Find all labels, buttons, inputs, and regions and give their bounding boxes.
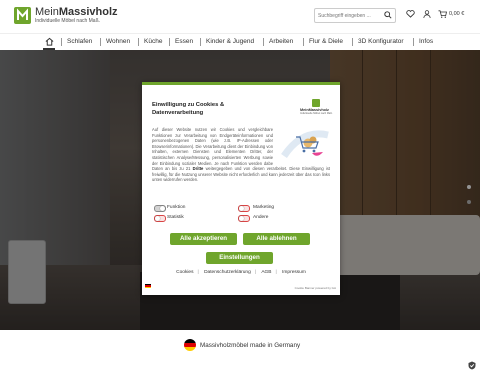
reject-all-button[interactable]: Alle ablehnen [243,233,310,245]
nav-divider [169,38,170,46]
toggle-label-andere: Andere [253,215,269,220]
nav-divider [352,38,353,46]
cookie-cart-illustration-icon [276,129,330,159]
germany-flag-icon [184,339,196,351]
heart-icon[interactable] [406,10,415,18]
consent-footer-links: Cookies | Datenschutzerklärung | AGB | Impr… [176,270,306,275]
cart-total[interactable]: 0,00 € [449,11,464,17]
user-icon[interactable] [423,10,431,18]
search-icon[interactable] [384,11,392,19]
nav-item-wohnen[interactable]: Wohnen [106,38,130,45]
consent-text: Auf dieser Website nutzen wir Cookies un… [152,127,330,183]
logo-brand-name[interactable]: MeinMassivholz [35,6,118,18]
nav-divider [303,38,304,46]
toggle-label-statistik: Statistik [167,215,184,220]
nav-divider [263,38,264,46]
powered-by-text: Cookie Banner powered by GA [294,286,336,290]
nav-divider [413,38,414,46]
search-input[interactable] [318,10,378,21]
accept-all-button[interactable]: Alle akzeptieren [170,233,237,245]
toggle-marketing[interactable] [238,205,250,212]
settings-button[interactable]: Einstellungen [206,252,273,264]
cart-icon[interactable] [438,10,447,18]
toggle-label-marketing: Marketing [253,205,275,210]
nav-item-arbeiten[interactable]: Arbeiten [269,38,293,45]
nav-item-kinder-jugend[interactable]: Kinder & Jugend [206,38,254,45]
privacy-shield-icon[interactable] [468,361,476,370]
nav-divider [200,38,201,46]
search-box[interactable] [314,8,396,23]
nav-item-infos[interactable]: Infos [419,38,433,45]
consent-logo-tagline: Individuelle Möbel nach Maß. [300,112,333,115]
toggle-label-funktion: Funktion [167,205,186,210]
link-cookies[interactable]: Cookies [176,270,193,275]
consent-title: Einwilligung zu Cookies & Datenverarbeit… [152,102,225,116]
usp-bar [0,330,480,374]
third-parties-link[interactable]: Dritte [193,166,204,171]
logo-mark-icon[interactable] [14,7,31,24]
nav-item-flur-diele[interactable]: Flur & Diele [309,38,343,45]
nav-item-schlafen[interactable]: Schlafen [67,38,92,45]
link-agb[interactable]: AGB [261,270,271,275]
nav-divider [100,38,101,46]
consent-logo: MeinMassivholz Individuelle Möbel nach M… [300,99,333,115]
nav-item-kueche[interactable]: Küche [144,38,162,45]
logo-tagline: Individuelle Möbel nach Maß. [35,18,101,24]
nav-divider [138,38,139,46]
main-navigation: Schlafen Wohnen Küche Essen Kinder & Jug… [0,33,480,51]
nav-divider [61,38,62,46]
home-icon[interactable] [45,37,54,46]
toggle-statistik[interactable] [154,215,166,222]
nav-item-essen[interactable]: Essen [175,38,193,45]
nav-item-3d-konfigurator[interactable]: 3D Konfigurator [358,38,404,45]
made-in-germany-text: Massivholzmöbel made in Germany [200,342,301,349]
cookie-consent-dialog: Einwilligung zu Cookies & Datenverarbeit… [142,82,340,295]
consent-text-intro: Auf dieser Website nutzen wir Cookies un… [152,127,273,172]
toggle-andere[interactable] [238,215,250,222]
language-flag-icon[interactable] [145,284,151,288]
link-impressum[interactable]: Impressum [282,270,306,275]
site-header: MeinMassivholz Individuelle Möbel nach M… [0,0,480,32]
link-datenschutz[interactable]: Datenschutzerklärung [204,270,251,275]
consent-logo-icon [312,99,320,107]
toggle-funktion[interactable] [154,205,166,212]
